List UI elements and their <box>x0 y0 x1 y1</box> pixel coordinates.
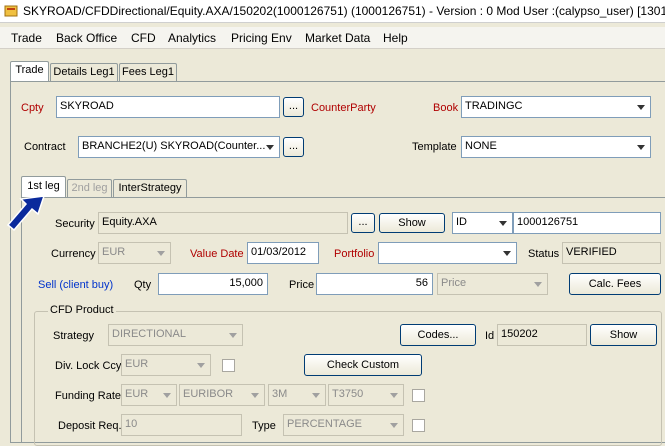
deposit-req-label: Deposit Req. <box>58 420 122 432</box>
strategy-value: DIRECTIONAL <box>112 328 186 340</box>
tab-trade[interactable]: Trade <box>10 61 49 81</box>
menu-cfd[interactable]: CFD <box>131 31 156 45</box>
codes-button[interactable]: Codes... <box>400 324 476 346</box>
cfd-id-value: 150202 <box>497 324 587 346</box>
funding-tenor-select[interactable]: 3M <box>268 384 326 406</box>
status-value: VERIFIED <box>562 242 661 264</box>
price-input[interactable]: 56 <box>316 273 433 295</box>
chevron-down-icon <box>386 417 401 433</box>
chevron-down-icon <box>495 215 510 231</box>
div-lock-ccy-label: Div. Lock Ccy <box>55 360 122 372</box>
contract-select[interactable]: BRANCHE2(U) SKYROAD(Counter... <box>78 136 280 158</box>
qty-input[interactable]: 15,000 <box>158 273 268 295</box>
funding-rate-label: Funding Rate <box>55 390 122 402</box>
chevron-down-icon <box>193 357 208 373</box>
id-type-select[interactable]: ID <box>452 212 513 234</box>
tab-2nd-leg[interactable]: 2nd leg <box>67 179 112 197</box>
template-label: Template <box>412 141 457 153</box>
contract-label: Contract <box>24 141 66 153</box>
portfolio-label: Portfolio <box>334 248 375 260</box>
chevron-down-icon <box>633 139 648 155</box>
tab-details-leg1[interactable]: Details Leg1 <box>50 63 118 81</box>
currency-value: EUR <box>102 246 126 258</box>
funding-source-select[interactable]: T3750 <box>328 384 404 406</box>
chevron-down-icon <box>153 245 168 261</box>
type-select[interactable]: PERCENTAGE <box>283 414 404 436</box>
chevron-down-icon <box>247 387 262 403</box>
id-type-value: ID <box>456 216 467 228</box>
chevron-down-icon <box>225 327 240 343</box>
status-label: Status <box>528 248 560 260</box>
tab-fees-leg1[interactable]: Fees Leg1 <box>119 63 177 81</box>
cfd-product-title: CFD Product <box>48 304 116 316</box>
title-bar: SKYROAD/CFDDirectional/Equity.AXA/150202… <box>0 0 665 23</box>
chevron-down-icon <box>633 99 648 115</box>
contract-value: BRANCHE2(U) SKYROAD(Counter... <box>82 140 266 152</box>
side-toggle[interactable]: Sell (client buy) <box>38 279 113 291</box>
pointer-arrow-icon <box>6 195 46 232</box>
price-label: Price <box>289 279 315 291</box>
div-lock-checkbox[interactable] <box>222 359 235 372</box>
cfd-show-button[interactable]: Show <box>590 324 657 346</box>
chevron-down-icon <box>530 276 545 292</box>
menu-bar: Trade Back Office CFD Analytics Pricing … <box>0 27 665 49</box>
cpty-input[interactable]: SKYROAD <box>56 96 280 118</box>
deposit-req-input[interactable]: 10 <box>121 414 242 436</box>
deposit-checkbox[interactable] <box>412 419 425 432</box>
chevron-down-icon <box>262 139 277 155</box>
app-icon <box>4 5 18 17</box>
funding-rate-checkbox[interactable] <box>412 389 425 402</box>
cpty-lookup-button[interactable]: ... <box>283 97 304 117</box>
cfd-id-label: Id <box>485 330 495 342</box>
check-custom-button[interactable]: Check Custom <box>304 354 422 376</box>
value-date-label: Value Date <box>190 248 244 260</box>
type-label: Type <box>252 420 276 432</box>
calc-fees-button[interactable]: Calc. Fees <box>569 273 661 295</box>
funding-ccy-select[interactable]: EUR <box>121 384 177 406</box>
id-value-input[interactable]: 1000126751 <box>513 212 661 234</box>
strategy-label: Strategy <box>53 330 94 342</box>
funding-ccy-value: EUR <box>125 388 149 400</box>
book-value: TRADINGC <box>465 100 523 112</box>
menu-help[interactable]: Help <box>383 31 408 45</box>
chevron-down-icon <box>499 245 514 261</box>
template-select[interactable]: NONE <box>461 136 651 158</box>
counterparty-label: CounterParty <box>311 102 376 114</box>
menu-market-data[interactable]: Market Data <box>305 31 370 45</box>
contract-lookup-button[interactable]: ... <box>283 137 304 157</box>
qty-label: Qty <box>134 279 152 291</box>
div-lock-ccy-value: EUR <box>125 358 149 370</box>
strategy-select[interactable]: DIRECTIONAL <box>108 324 243 346</box>
chevron-down-icon <box>386 387 401 403</box>
menu-pricing-env[interactable]: Pricing Env <box>231 31 292 45</box>
security-show-button[interactable]: Show <box>379 213 445 233</box>
currency-select[interactable]: EUR <box>98 242 171 264</box>
cpty-label: Cpty <box>21 102 44 114</box>
book-label: Book <box>433 102 459 114</box>
security-input[interactable]: Equity.AXA <box>98 212 348 234</box>
funding-index-value: EURIBOR <box>183 388 234 400</box>
security-lookup-button[interactable]: ... <box>351 213 375 233</box>
window-title: SKYROAD/CFDDirectional/Equity.AXA/150202… <box>23 4 665 18</box>
price-type-value: Price <box>441 277 467 289</box>
security-label: Security <box>55 218 95 230</box>
funding-index-select[interactable]: EURIBOR <box>179 384 265 406</box>
menu-analytics[interactable]: Analytics <box>168 31 216 45</box>
template-value: NONE <box>465 140 497 152</box>
book-select[interactable]: TRADINGC <box>461 96 651 118</box>
type-value: PERCENTAGE <box>287 418 362 430</box>
value-date-input[interactable]: 01/03/2012 <box>247 242 319 264</box>
currency-label: Currency <box>51 248 96 260</box>
funding-source-value: T3750 <box>332 388 364 400</box>
funding-tenor-value: 3M <box>272 388 288 400</box>
menu-trade[interactable]: Trade <box>11 31 42 45</box>
price-type-select[interactable]: Price <box>437 273 548 295</box>
menu-back-office[interactable]: Back Office <box>56 31 117 45</box>
div-lock-ccy-select[interactable]: EUR <box>121 354 211 376</box>
chevron-down-icon <box>159 387 174 403</box>
chevron-down-icon <box>308 387 323 403</box>
tab-interstrategy[interactable]: InterStrategy <box>113 179 187 197</box>
portfolio-select[interactable] <box>378 242 517 264</box>
